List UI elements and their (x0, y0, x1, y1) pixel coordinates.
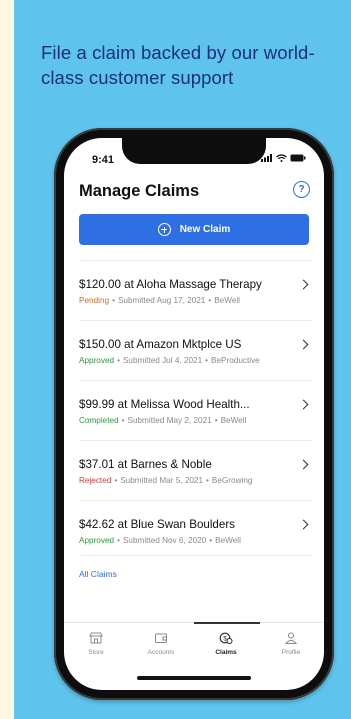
claim-title: $150.00 at Amazon Mktplce US (79, 338, 241, 351)
claim-submitted: Submitted Jul 4, 2021 (123, 356, 202, 365)
promo-panel: File a claim backed by our world-class c… (14, 0, 351, 719)
tab-label: Accounts (129, 649, 193, 656)
claim-status: Completed (79, 416, 119, 425)
tab-label: Profile (259, 649, 323, 656)
plus-circle-icon (158, 223, 171, 236)
claims-icon: $ (219, 632, 233, 644)
tab-store[interactable]: Store (64, 623, 128, 663)
claim-row[interactable]: $120.00 at Aloha Massage Therapy Pending… (79, 260, 311, 320)
claim-meta: Rejected•Submitted Mar 5, 2021•BeGrowing (79, 476, 252, 485)
claim-status: Pending (79, 296, 109, 305)
claim-account: BeProductive (211, 356, 260, 365)
chevron-right-icon (299, 460, 309, 470)
tab-label: Claims (194, 649, 258, 656)
phone-frame: 9:41 Manage Claims ? New Cla (54, 128, 334, 700)
claim-title: $120.00 at Aloha Massage Therapy (79, 278, 262, 291)
tab-label: Store (64, 649, 128, 656)
wifi-icon (276, 154, 287, 162)
wallet-icon (154, 632, 168, 644)
signal-icon (261, 154, 273, 162)
claim-status: Rejected (79, 476, 111, 485)
page-title: Manage Claims (79, 182, 199, 201)
divider (79, 555, 311, 556)
bottom-tab-bar: Store Accounts $ Claims (64, 622, 324, 663)
claim-status: Approved (79, 356, 114, 365)
new-claim-button[interactable]: New Claim (79, 214, 309, 245)
tab-profile[interactable]: Profile (259, 623, 323, 663)
claim-meta: Approved•Submitted Jul 4, 2021•BeProduct… (79, 356, 260, 365)
chevron-right-icon (299, 400, 309, 410)
claim-row[interactable]: $42.62 at Blue Swan Boulders Approved•Su… (79, 500, 311, 560)
help-icon[interactable]: ? (293, 181, 310, 198)
new-claim-label: New Claim (180, 224, 231, 235)
claim-title: $37.01 at Barnes & Noble (79, 458, 212, 471)
claim-title: $99.99 at Melissa Wood Health... (79, 398, 250, 411)
chevron-right-icon (299, 520, 309, 530)
chevron-right-icon (299, 340, 309, 350)
claim-submitted: Submitted Mar 5, 2021 (120, 476, 203, 485)
home-indicator (137, 676, 251, 680)
claim-account: BeGrowing (212, 476, 253, 485)
claim-row[interactable]: $99.99 at Melissa Wood Health... Complet… (79, 380, 311, 440)
status-icons (261, 154, 306, 162)
claim-status: Approved (79, 536, 114, 545)
claim-row[interactable]: $150.00 at Amazon Mktplce US Approved•Su… (79, 320, 311, 380)
promo-headline: File a claim backed by our world-class c… (41, 40, 341, 90)
claim-submitted: Submitted Nov 6, 2020 (123, 536, 206, 545)
phone-screen: 9:41 Manage Claims ? New Cla (64, 138, 324, 690)
phone-notch (122, 138, 266, 164)
claim-title: $42.62 at Blue Swan Boulders (79, 518, 235, 531)
claim-meta: Approved•Submitted Nov 6, 2020•BeWell (79, 536, 241, 545)
claim-account: BeWell (221, 416, 247, 425)
battery-icon (290, 154, 306, 162)
tab-accounts[interactable]: Accounts (129, 623, 193, 663)
claims-list: $120.00 at Aloha Massage Therapy Pending… (79, 260, 311, 560)
claim-meta: Pending•Submitted Aug 17, 2021•BeWell (79, 296, 240, 305)
claim-row[interactable]: $37.01 at Barnes & Noble Rejected•Submit… (79, 440, 311, 500)
chevron-right-icon (299, 280, 309, 290)
claim-meta: Completed•Submitted May 2, 2021•BeWell (79, 416, 246, 425)
claim-account: BeWell (215, 536, 241, 545)
all-claims-link[interactable]: All Claims (79, 569, 117, 579)
claim-account: BeWell (214, 296, 240, 305)
store-icon (89, 632, 103, 644)
tab-claims[interactable]: $ Claims (194, 623, 258, 663)
claim-submitted: Submitted Aug 17, 2021 (118, 296, 205, 305)
claim-submitted: Submitted May 2, 2021 (127, 416, 211, 425)
status-time: 9:41 (92, 154, 114, 166)
profile-icon (284, 632, 298, 644)
